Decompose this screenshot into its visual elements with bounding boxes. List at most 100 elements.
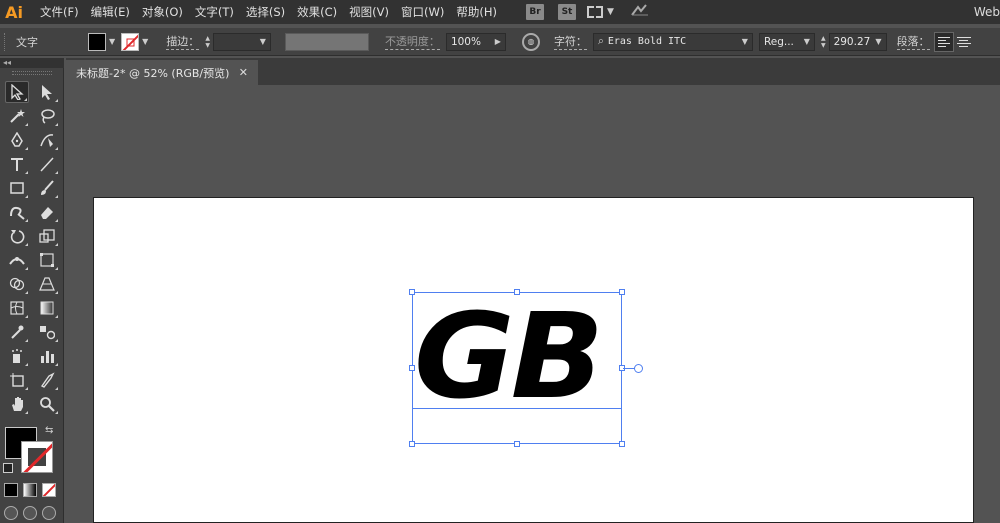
line-segment-tool[interactable]: [35, 153, 59, 175]
resize-handle-top-right[interactable]: [619, 289, 625, 295]
eraser-tool[interactable]: [35, 201, 59, 223]
eyedropper-icon: [11, 325, 24, 339]
zoom-icon: [40, 397, 55, 412]
shaper-icon: [10, 206, 25, 220]
align-left-button[interactable]: [933, 31, 954, 52]
paintbrush-tool[interactable]: [35, 177, 59, 199]
free-transform-tool[interactable]: [35, 249, 59, 271]
fill-swatch[interactable]: [88, 32, 106, 51]
opacity-field[interactable]: 100% ▶: [445, 32, 506, 51]
tab-document[interactable]: 未标题-2* @ 52% (RGB/预览) ✕: [66, 60, 258, 85]
menu-effect[interactable]: 效果(C): [291, 0, 343, 24]
toolbox-collapse-button[interactable]: ◂◂: [0, 58, 64, 68]
mesh-tool[interactable]: [5, 297, 29, 319]
line-segment-icon: [40, 157, 54, 172]
fill-color-dropdown[interactable]: ▼: [88, 32, 121, 51]
artboard-tool[interactable]: [5, 369, 29, 391]
eraser-icon: [41, 207, 53, 219]
color-modes: [4, 483, 56, 497]
gpu-performance-icon[interactable]: [630, 3, 650, 21]
zoom-tool[interactable]: [35, 393, 59, 415]
hand-tool[interactable]: [5, 393, 29, 415]
stroke-weight-field[interactable]: ▼: [212, 32, 271, 51]
gradient-mode-button[interactable]: [23, 483, 37, 497]
close-icon[interactable]: ✕: [239, 66, 248, 79]
menu-file[interactable]: 文件(F): [34, 0, 85, 24]
menu-object[interactable]: 对象(O): [136, 0, 189, 24]
menu-select[interactable]: 选择(S): [240, 0, 291, 24]
font-size-field[interactable]: 290.27 ▼: [828, 32, 887, 51]
bridge-button[interactable]: Br: [525, 4, 544, 20]
menu-help[interactable]: 帮助(H): [450, 0, 503, 24]
stroke-color-dropdown[interactable]: ▼: [121, 32, 154, 51]
menu-type[interactable]: 文字(T): [189, 0, 240, 24]
tool-row: [2, 104, 62, 128]
character-label[interactable]: 字符：: [553, 33, 587, 50]
shape-builder-tool[interactable]: [5, 273, 29, 295]
fill-stroke-control: ⇆: [3, 425, 61, 477]
tool-row: [2, 80, 62, 104]
scale-tool[interactable]: [35, 225, 59, 247]
document-tab-bar: 未标题-2* @ 52% (RGB/预览) ✕: [66, 58, 1000, 85]
paragraph-label[interactable]: 段落：: [896, 33, 930, 50]
draw-inside-icon[interactable]: [42, 506, 56, 520]
toolbox-grip[interactable]: [11, 71, 52, 75]
menu-window[interactable]: 窗口(W): [395, 0, 450, 24]
stroke-swatch[interactable]: [121, 32, 140, 51]
draw-normal-icon[interactable]: [4, 506, 18, 520]
control-bar-grip[interactable]: [4, 32, 8, 51]
pen-tool[interactable]: [5, 129, 29, 151]
blend-tool[interactable]: [35, 321, 59, 343]
slice-tool[interactable]: [35, 369, 59, 391]
curvature-tool[interactable]: [35, 129, 59, 151]
font-size-spinner[interactable]: ▲ ▼: [821, 35, 826, 49]
lasso-tool[interactable]: [35, 105, 59, 127]
shaper-tool[interactable]: [5, 201, 29, 223]
type-tool[interactable]: [5, 153, 29, 175]
workspace-switcher[interactable]: Web: [974, 0, 1000, 24]
selection-tool[interactable]: [5, 81, 29, 103]
symbol-sprayer-tool[interactable]: [5, 345, 29, 367]
eyedropper-tool[interactable]: [5, 321, 29, 343]
none-mode-button[interactable]: [42, 483, 56, 497]
resize-handle-top[interactable]: [514, 289, 520, 295]
tab-document-title: 未标题-2* @ 52% (RGB/预览): [76, 66, 230, 80]
color-mode-button[interactable]: [4, 483, 18, 497]
default-fill-stroke-icon[interactable]: [3, 463, 13, 473]
rotate-tool[interactable]: [5, 225, 29, 247]
tool-row: [2, 176, 62, 200]
gradient-tool[interactable]: [35, 297, 59, 319]
width-tool[interactable]: [5, 249, 29, 271]
opacity-label[interactable]: 不透明度：: [384, 33, 440, 50]
resize-handle-bottom-left[interactable]: [409, 441, 415, 447]
resize-handle-top-left[interactable]: [409, 289, 415, 295]
resize-handle-bottom-right[interactable]: [619, 441, 625, 447]
resize-handle-left[interactable]: [409, 365, 415, 371]
font-style-field[interactable]: Reg... ▼: [758, 32, 815, 51]
artwork-text[interactable]: GB: [414, 296, 628, 416]
chevron-down-icon: ▼: [109, 37, 116, 46]
stroke-box[interactable]: [21, 441, 53, 473]
resize-handle-bottom[interactable]: [514, 441, 520, 447]
brush-definition-field[interactable]: [369, 33, 385, 51]
rectangle-tool[interactable]: [5, 177, 29, 199]
column-graph-tool[interactable]: [35, 345, 59, 367]
font-family-field[interactable]: ⌕ Eras Bold ITC ▼: [592, 32, 753, 51]
stock-button[interactable]: St: [557, 4, 576, 20]
direct-selection-tool[interactable]: [35, 81, 59, 103]
arrange-documents-button[interactable]: ▼: [586, 6, 614, 18]
menu-view[interactable]: 视图(V): [343, 0, 395, 24]
menu-edit[interactable]: 编辑(E): [85, 0, 136, 24]
swap-fill-stroke-icon[interactable]: ⇆: [45, 425, 53, 436]
variable-width-profile[interactable]: [284, 32, 369, 51]
align-center-button[interactable]: [954, 32, 974, 52]
draw-behind-icon[interactable]: [23, 506, 37, 520]
stroke-weight-spinner[interactable]: ▲ ▼: [205, 35, 210, 49]
perspective-grid-tool[interactable]: [35, 273, 59, 295]
symbol-sprayer-icon: [12, 349, 22, 363]
width-icon: [9, 257, 25, 265]
stroke-label[interactable]: 描边：: [166, 33, 200, 50]
recolor-artwork-icon[interactable]: ◍: [521, 32, 540, 51]
magic-wand-tool[interactable]: [5, 105, 29, 127]
text-out-port[interactable]: [634, 364, 643, 373]
